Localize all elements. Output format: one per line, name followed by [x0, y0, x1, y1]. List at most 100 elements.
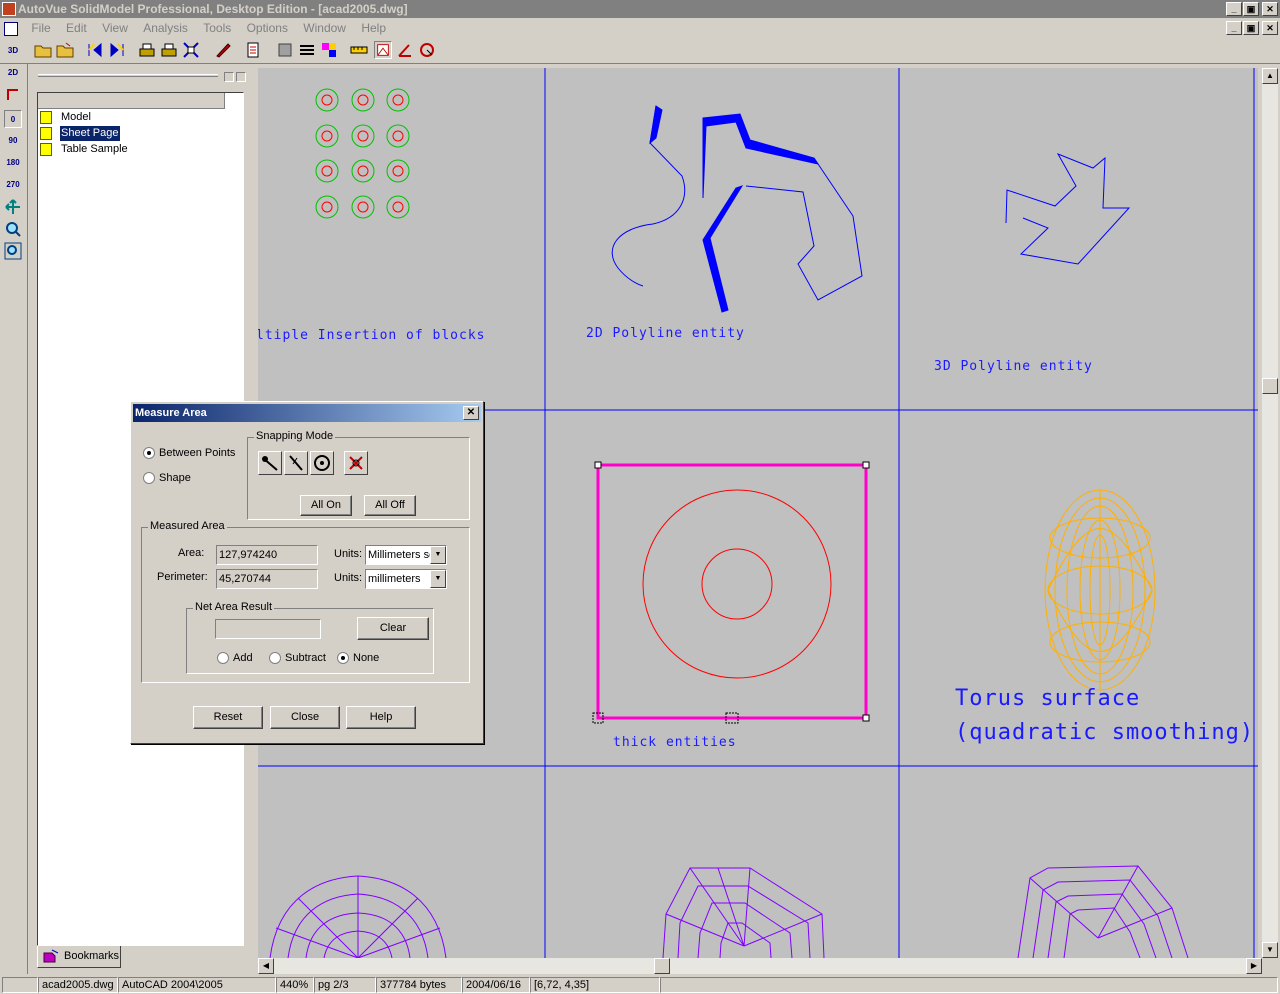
- menu-tools[interactable]: Tools: [197, 18, 237, 38]
- perimeter-value-field[interactable]: 45,270744: [216, 569, 318, 589]
- chevron-down-icon[interactable]: ▼: [430, 546, 446, 564]
- rotate-icon[interactable]: [4, 86, 22, 104]
- blocks-icon[interactable]: [320, 41, 338, 59]
- bookmark-item-model[interactable]: Model: [40, 110, 92, 125]
- bookmark-item-table-sample[interactable]: Table Sample: [40, 142, 129, 157]
- pan-icon[interactable]: [4, 198, 22, 216]
- menu-view[interactable]: View: [96, 18, 134, 38]
- scroll-left-button[interactable]: ◀: [258, 958, 274, 974]
- rotate-180-button[interactable]: 180: [4, 154, 22, 172]
- open-folder-icon[interactable]: [34, 41, 52, 59]
- view-2d-button[interactable]: 2D: [4, 64, 22, 82]
- snap-vertex-button[interactable]: [258, 451, 282, 475]
- horizontal-scrollbar[interactable]: ◀ ▶: [258, 958, 1262, 974]
- panel-close-button[interactable]: [236, 72, 246, 82]
- all-on-button[interactable]: All On: [300, 495, 352, 516]
- doc-restore-button[interactable]: ▣: [1243, 21, 1259, 35]
- first-page-icon[interactable]: [86, 41, 104, 59]
- panel-restore-button[interactable]: [224, 72, 234, 82]
- bookmark-icon: [43, 949, 59, 963]
- app-icon: [2, 2, 16, 16]
- measure-arc-icon[interactable]: [418, 41, 436, 59]
- vertical-scroll-thumb[interactable]: [1262, 378, 1278, 394]
- snap-center-button[interactable]: [310, 451, 334, 475]
- selection-rectangle: [592, 461, 870, 724]
- open-folder-alt-icon[interactable]: [56, 41, 74, 59]
- menu-window[interactable]: Window: [297, 18, 352, 38]
- radio-dot: [337, 652, 349, 664]
- print-icon[interactable]: [138, 41, 156, 59]
- menu-edit[interactable]: Edit: [60, 18, 93, 38]
- net-area-value-field[interactable]: [215, 619, 321, 639]
- bookmark-item-sheet-page[interactable]: Sheet Page: [40, 126, 120, 141]
- fit-view-icon[interactable]: [182, 41, 200, 59]
- close-dialog-button[interactable]: Close: [270, 706, 340, 729]
- block-circles: [315, 88, 410, 219]
- status-bar: acad2005.dwg AutoCAD 2004\2005 440% pg 2…: [0, 976, 1280, 994]
- label-torus-line2: (quadratic smoothing): [955, 720, 1255, 745]
- measure-angle-icon[interactable]: [396, 41, 414, 59]
- menu-options[interactable]: Options: [241, 18, 294, 38]
- shape-radio[interactable]: Shape: [143, 472, 191, 485]
- status-zoom: 440%: [276, 977, 314, 993]
- menu-file[interactable]: File: [25, 18, 56, 38]
- snap-none-icon: [349, 456, 363, 470]
- area-value-field[interactable]: 127,974240: [216, 545, 318, 565]
- label-torus-line1: Torus surface: [955, 686, 1141, 711]
- area-units-select[interactable]: Millimeters sq ▼: [365, 545, 447, 565]
- rotate-0-button[interactable]: 0: [4, 110, 22, 128]
- add-radio[interactable]: Add: [217, 652, 253, 665]
- radio-dot: [143, 447, 155, 459]
- area-units-label: Units:: [334, 548, 363, 560]
- measure-distance-icon[interactable]: [350, 41, 368, 59]
- print-preview-icon[interactable]: [160, 41, 178, 59]
- status-page: pg 2/3: [314, 977, 376, 993]
- snapping-mode-label: Snapping Mode: [254, 430, 336, 442]
- zoom-icon[interactable]: [4, 220, 22, 238]
- restore-button[interactable]: ▣: [1243, 2, 1259, 16]
- minimize-button[interactable]: _: [1226, 2, 1242, 16]
- doc-close-button[interactable]: ✕: [1262, 21, 1278, 35]
- doc-minimize-button[interactable]: _: [1226, 21, 1242, 35]
- perimeter-units-select[interactable]: millimeters ▼: [365, 569, 447, 589]
- close-button[interactable]: ✕: [1262, 2, 1278, 16]
- scroll-up-button[interactable]: ▲: [1262, 68, 1278, 84]
- properties-icon[interactable]: [244, 41, 262, 59]
- clear-button[interactable]: Clear: [357, 617, 429, 640]
- bookmarks-tab[interactable]: Bookmarks: [37, 946, 121, 968]
- net-area-result-label: Net Area Result: [193, 601, 275, 613]
- thick-circles: [642, 489, 832, 679]
- measure-area-icon[interactable]: [374, 41, 392, 59]
- menu-help[interactable]: Help: [355, 18, 392, 38]
- tree-header: [38, 93, 225, 109]
- panel-grip[interactable]: [38, 74, 218, 77]
- dialog-title-bar[interactable]: Measure Area ✕: [133, 404, 481, 422]
- view-3d-button[interactable]: 3D: [4, 42, 22, 60]
- snap-edge-button[interactable]: [284, 451, 308, 475]
- menu-analysis[interactable]: Analysis: [137, 18, 194, 38]
- markup-pen-icon[interactable]: [214, 41, 232, 59]
- snap-none-button[interactable]: [344, 451, 368, 475]
- area-label: Area:: [178, 547, 205, 559]
- rotate-270-button[interactable]: 270: [4, 176, 22, 194]
- chevron-down-icon[interactable]: ▼: [430, 570, 446, 588]
- label-3d-polyline: 3D Polyline entity: [934, 359, 1093, 374]
- none-radio[interactable]: None: [337, 652, 379, 665]
- reset-button[interactable]: Reset: [193, 706, 263, 729]
- zoom-window-icon[interactable]: [4, 242, 22, 260]
- horizontal-scroll-thumb[interactable]: [654, 958, 670, 974]
- scroll-right-button[interactable]: ▶: [1246, 958, 1262, 974]
- torus-shape: [1044, 489, 1156, 691]
- layers-gray-icon[interactable]: [276, 41, 294, 59]
- between-points-radio[interactable]: Between Points: [143, 447, 235, 460]
- dialog-close-button[interactable]: ✕: [463, 406, 479, 420]
- layers-icon[interactable]: [298, 41, 316, 59]
- vertical-scrollbar[interactable]: ▲ ▼: [1262, 68, 1278, 958]
- next-page-icon[interactable]: [108, 41, 126, 59]
- scroll-down-button[interactable]: ▼: [1262, 942, 1278, 958]
- subtract-radio[interactable]: Subtract: [269, 652, 326, 665]
- help-button[interactable]: Help: [346, 706, 416, 729]
- rotate-90-button[interactable]: 90: [4, 132, 22, 150]
- all-off-button[interactable]: All Off: [364, 495, 416, 516]
- document-icon[interactable]: [4, 21, 18, 36]
